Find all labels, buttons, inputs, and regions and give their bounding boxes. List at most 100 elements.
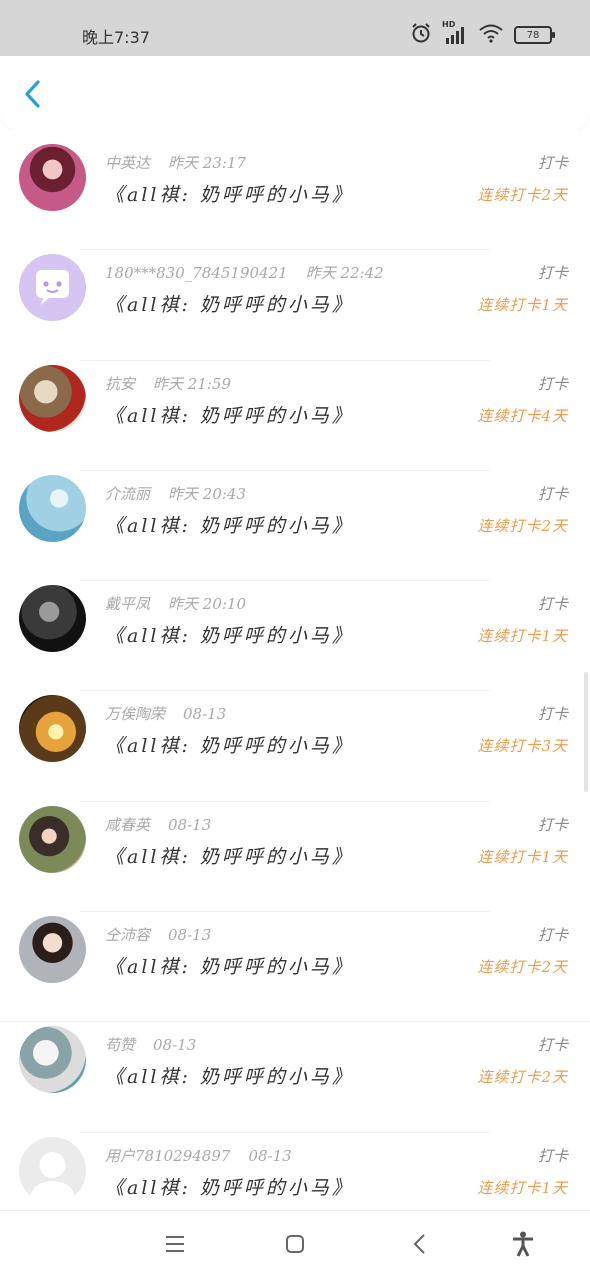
list-item[interactable]: 180***830_7845190421 昨天 22:42 《all祺: 奶呼呼的小… <box>0 250 590 361</box>
list-item[interactable]: 仝沛容 08-13 《all祺: 奶呼呼的小马》 打卡连续打卡2天 <box>0 912 590 1023</box>
avatar[interactable] <box>19 364 86 432</box>
checkin-label: 打卡 <box>537 374 568 393</box>
user-name[interactable]: 抗安 <box>105 375 135 393</box>
menu-button[interactable] <box>160 1231 190 1261</box>
checkin-label: 打卡 <box>537 1036 568 1055</box>
header <box>0 56 590 130</box>
entry-meta: 咸春英 08-13 <box>105 814 211 835</box>
list-item[interactable]: 咸春英 08-13 《all祺: 奶呼呼的小马》 打卡 连续打卡1天 <box>0 802 590 913</box>
list-item[interactable]: 介流丽 昨天 20:43 《all祺: 奶呼呼的小马》 打卡连续打卡2天 <box>0 471 590 582</box>
book-title[interactable]: 《all祺: 奶呼呼的小马》 <box>105 952 354 979</box>
entry-meta: 用户7810294897 08-13 <box>105 1145 292 1166</box>
streak-badge: 连续打卡1天 <box>477 847 568 866</box>
list-item[interactable]: 苟赞 08-13 《all祺: 奶呼呼的小马》 打卡连续打卡2天 <box>0 1022 590 1133</box>
checkin-label: 打卡 <box>537 705 568 724</box>
scrollbar[interactable] <box>584 672 588 792</box>
user-name[interactable]: 用户7810294897 <box>105 1147 230 1165</box>
timestamp: 昨天 21:59 <box>153 374 232 393</box>
avatar[interactable] <box>19 144 86 211</box>
avatar[interactable] <box>19 474 86 542</box>
book-title[interactable]: 《all祺: 奶呼呼的小马》 <box>105 401 354 428</box>
entry-meta: 万俟陶荣 08-13 <box>105 703 226 724</box>
battery-icon: 78 <box>514 26 555 44</box>
chat-bubble-icon <box>36 270 69 306</box>
book-title[interactable]: 《all祺: 奶呼呼的小马》 <box>105 1173 354 1200</box>
book-title[interactable]: 《all祺: 奶呼呼的小马》 <box>105 842 354 869</box>
checkin-label: 打卡 <box>537 595 568 614</box>
book-title[interactable]: 《all祺: 奶呼呼的小马》 <box>105 621 354 648</box>
chevron-left-icon <box>22 79 42 113</box>
accessibility-button[interactable] <box>508 1231 538 1261</box>
book-title[interactable]: 《all祺: 奶呼呼的小马》 <box>105 731 354 758</box>
user-name[interactable]: 苟赞 <box>105 1036 135 1054</box>
streak-badge: 连续打卡1天 <box>477 296 568 315</box>
streak-badge: 连续打卡1天 <box>477 1178 568 1197</box>
back-nav-button[interactable] <box>404 1231 434 1261</box>
streak-badge: 连续打卡1天 <box>477 627 568 646</box>
streak-badge: 连续打卡2天 <box>477 1068 568 1087</box>
back-triangle-icon <box>411 1233 427 1259</box>
menu-icon <box>164 1235 186 1257</box>
book-title[interactable]: 《all祺: 奶呼呼的小马》 <box>105 511 354 538</box>
checkin-label: 打卡 <box>537 154 568 172</box>
streak-badge: 连续打卡2天 <box>477 186 568 204</box>
book-title[interactable]: 《all祺: 奶呼呼的小马》 <box>105 1062 354 1089</box>
entry-meta: 180***830_7845190421 昨天 22:42 <box>105 262 384 283</box>
home-square-icon <box>285 1234 305 1258</box>
timestamp: 08-13 <box>168 926 212 945</box>
checkin-list: 中英达 昨天 23:17 《all祺: 奶呼呼的小马》 打卡 连续打卡2天 180***8… <box>0 140 590 1243</box>
accessibility-icon <box>511 1231 535 1261</box>
avatar[interactable] <box>19 695 86 763</box>
streak-badge: 连续打卡2天 <box>477 958 568 977</box>
entry-meta: 中英达 昨天 23:17 <box>105 152 246 173</box>
avatar[interactable] <box>19 916 86 984</box>
timestamp: 08-13 <box>153 1036 197 1055</box>
user-name[interactable]: 仝沛容 <box>105 926 150 944</box>
user-name[interactable]: 万俟陶荣 <box>105 705 165 723</box>
timestamp: 昨天 20:10 <box>168 595 247 614</box>
user-name[interactable]: 180***830_7845190421 <box>105 264 288 282</box>
avatar[interactable] <box>19 1136 86 1204</box>
streak-badge: 连续打卡2天 <box>477 516 568 535</box>
checkin-label: 打卡 <box>537 264 568 283</box>
entry-meta: 介流丽 昨天 20:43 <box>105 483 246 504</box>
wifi-icon <box>478 23 504 47</box>
status-icons: HD 78 <box>410 20 555 48</box>
checkin-label: 打卡 <box>537 926 568 945</box>
list-item[interactable]: 抗安 昨天 21:59 《all祺: 奶呼呼的小马》 打卡连续打卡4天 <box>0 361 590 471</box>
timestamp: 08-13 <box>248 1146 292 1165</box>
timestamp: 08-13 <box>168 815 212 834</box>
list-item[interactable]: 中英达 昨天 23:17 《all祺: 奶呼呼的小马》 打卡连续打卡2天 <box>0 140 590 251</box>
timestamp: 昨天 22:42 <box>305 264 384 283</box>
avatar[interactable] <box>19 805 86 873</box>
book-title[interactable]: 《all祺: 奶呼呼的小马》 <box>105 290 354 317</box>
book-title[interactable]: 《all祺: 奶呼呼的小马》 <box>105 180 354 207</box>
person-placeholder-icon <box>28 1151 77 1204</box>
user-name[interactable]: 中英达 <box>105 154 150 172</box>
home-button[interactable] <box>280 1231 310 1261</box>
list-item[interactable]: 万俟陶荣 08-13 《all祺: 奶呼呼的小马》 打卡连续打卡3天 <box>0 691 590 802</box>
checkin-label: 打卡 <box>537 484 568 503</box>
entry-meta: 抗安 昨天 21:59 <box>105 373 231 394</box>
system-navbar <box>0 1210 590 1280</box>
checkin-label: 打卡 <box>537 1146 568 1165</box>
streak-badge: 连续打卡4天 <box>477 406 568 425</box>
streak-badge: 连续打卡3天 <box>477 737 568 756</box>
timestamp: 昨天 20:43 <box>168 484 247 503</box>
entry-meta: 仝沛容 08-13 <box>105 924 211 945</box>
user-name[interactable]: 咸春英 <box>105 816 150 834</box>
entry-meta: 戴平凤 昨天 20:10 <box>105 593 246 614</box>
timestamp: 08-13 <box>183 705 227 724</box>
timestamp: 昨天 23:17 <box>168 154 247 172</box>
user-name[interactable]: 介流丽 <box>105 485 150 503</box>
signal-icon: HD <box>442 20 468 46</box>
avatar[interactable] <box>19 254 86 322</box>
status-bar: 晚上7:37 HD 78 <box>0 0 590 64</box>
battery-level: 78 <box>526 29 540 41</box>
avatar[interactable] <box>19 1026 86 1094</box>
status-time: 晚上7:37 <box>82 28 150 47</box>
avatar[interactable] <box>19 585 86 653</box>
user-name[interactable]: 戴平凤 <box>105 595 150 613</box>
list-item[interactable]: 戴平凤 昨天 20:10 《all祺: 奶呼呼的小马》 打卡连续打卡1天 <box>0 581 590 692</box>
back-button[interactable] <box>18 80 46 112</box>
